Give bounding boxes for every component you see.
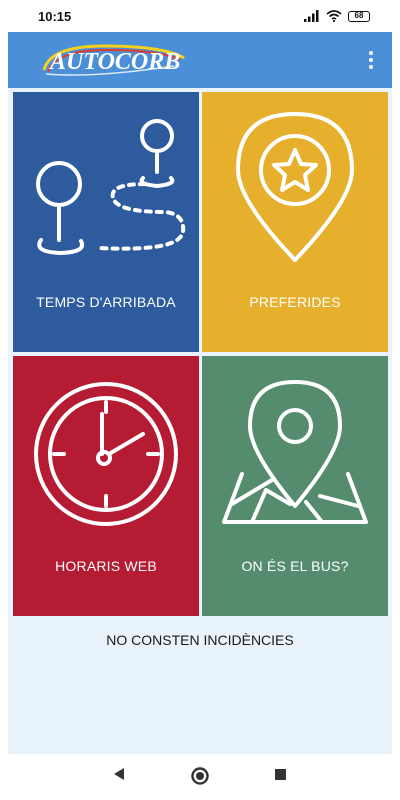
status-icons: 68	[304, 10, 370, 22]
system-nav-bar	[0, 754, 400, 800]
tile-horaris-web[interactable]: HORARIS WEB	[13, 356, 199, 616]
main-content: TEMPS D'ARRIBADA PREFERIDES HORARIS WEB …	[8, 88, 392, 754]
wifi-icon	[326, 10, 342, 22]
home-icon[interactable]	[190, 766, 210, 791]
more-vert-icon[interactable]	[364, 48, 378, 72]
tile-label: PREFERIDES	[249, 294, 341, 310]
recents-icon[interactable]	[272, 766, 288, 787]
star-pin-icon	[236, 112, 354, 262]
tile-preferides[interactable]: PREFERIDES	[202, 92, 388, 352]
signal-icon	[304, 10, 320, 22]
battery-icon: 68	[348, 10, 370, 22]
incidents-message: NO CONSTEN INCIDÈNCIES	[106, 632, 294, 648]
logo-text: AUTOCORB	[50, 49, 181, 75]
status-bar: 10:15 68	[0, 0, 400, 32]
tile-on-es-el-bus[interactable]: ON ÉS EL BUS?	[202, 356, 388, 616]
tile-label: HORARIS WEB	[55, 558, 157, 574]
app-bar: AUTOCORB	[8, 32, 392, 88]
clock-icon	[34, 382, 178, 526]
map-pin-icon	[222, 380, 368, 524]
tile-label: TEMPS D'ARRIBADA	[36, 294, 176, 310]
autocorb-logo: AUTOCORB	[34, 40, 194, 80]
back-icon[interactable]	[112, 766, 126, 787]
status-time: 10:15	[38, 8, 72, 24]
tile-label: ON ÉS EL BUS?	[241, 558, 349, 574]
tile-temps-arribada[interactable]: TEMPS D'ARRIBADA	[13, 92, 199, 352]
route-pins-icon	[36, 119, 186, 256]
battery-level: 68	[354, 11, 364, 20]
